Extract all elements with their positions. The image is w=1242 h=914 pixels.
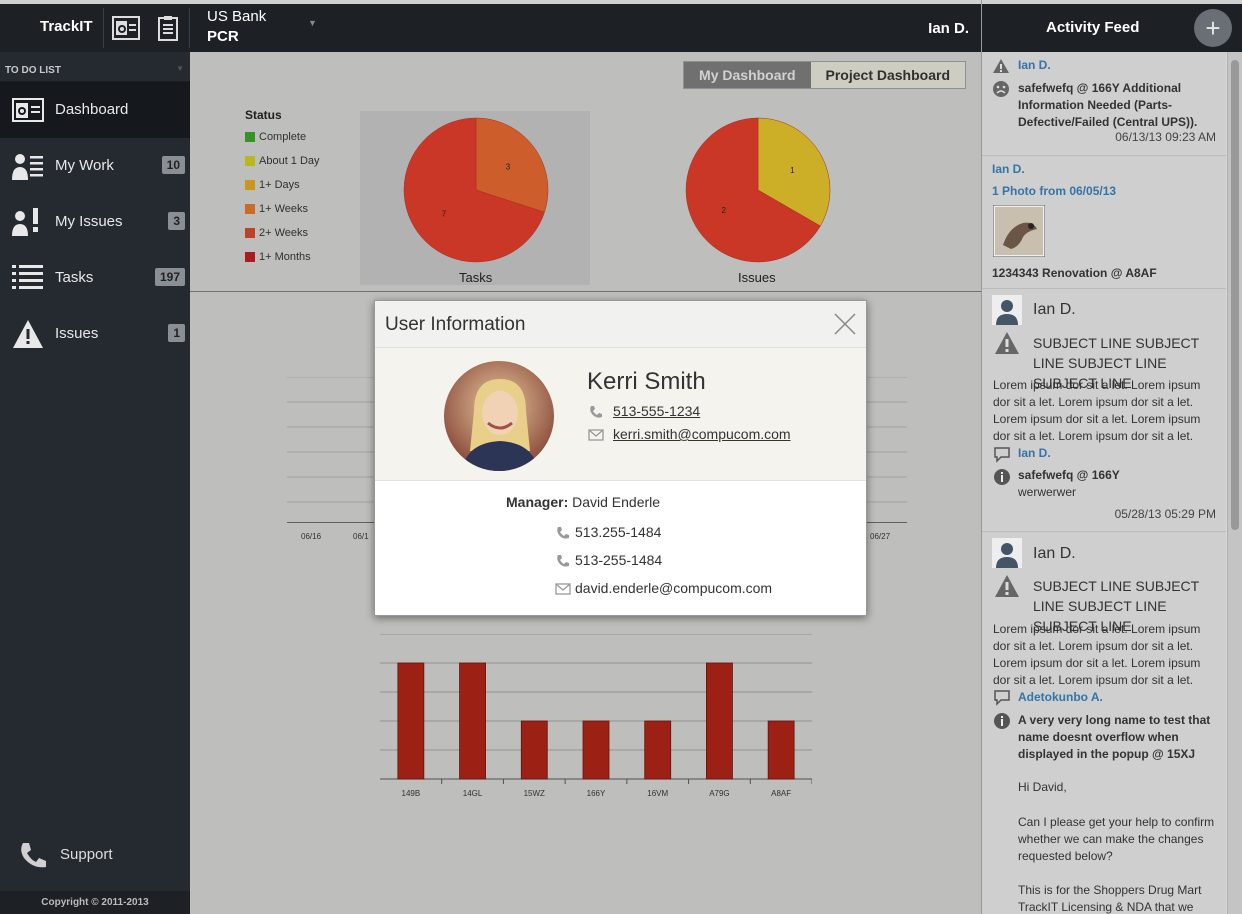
- project-name: PCR: [207, 28, 239, 45]
- avatar: [992, 538, 1022, 568]
- feed-item[interactable]: Ian D. SUBJECT LINE SUBJECT LINE SUBJECT…: [982, 532, 1226, 914]
- user-phone-link[interactable]: 513-555-1234: [613, 403, 700, 419]
- support-label: Support: [60, 846, 113, 863]
- feed-scrollbar[interactable]: [1227, 52, 1242, 914]
- feed-user-link[interactable]: Ian D.: [992, 162, 1025, 176]
- feed-ref: safefwefq @ 166Y: [1018, 468, 1120, 482]
- phone-icon: [21, 843, 46, 868]
- divider: [189, 8, 190, 48]
- info-icon: [994, 469, 1010, 485]
- user-menu[interactable]: Ian D.: [928, 20, 969, 37]
- sidebar-item-issues[interactable]: Issues 1: [0, 306, 190, 362]
- count-badge: 197: [154, 268, 185, 286]
- user-name: Kerri Smith: [587, 368, 706, 395]
- sidebar-item-dashboard[interactable]: Dashboard: [0, 82, 190, 138]
- comment-icon: [994, 447, 1010, 463]
- top-bar: TrackIT US Bank PCR ▼ Ian D.: [0, 0, 981, 52]
- client-name: US Bank: [207, 8, 267, 25]
- feed-user-link[interactable]: Ian D.: [1018, 58, 1051, 72]
- count-badge: 3: [168, 212, 185, 230]
- modal-header: User Information: [375, 301, 866, 348]
- feed-body: Lorem ipsum dor sit a let. Lorem ipsum d…: [993, 622, 1201, 687]
- my-work-icon: [12, 154, 43, 180]
- feed-user-name: Ian D.: [1033, 545, 1076, 562]
- support-link[interactable]: Support: [18, 840, 168, 870]
- sidebar-item-my-work[interactable]: My Work 10: [0, 138, 190, 194]
- avatar: [992, 295, 1022, 325]
- sidebar-item-label: My Work: [55, 157, 114, 174]
- profile-section: Kerri Smith 513-555-1234 kerri.smith@com…: [375, 348, 866, 481]
- feed-item[interactable]: Ian D. SUBJECT LINE SUBJECT LINE SUBJECT…: [982, 289, 1226, 532]
- dashboard-icon[interactable]: [110, 14, 142, 44]
- feed-ref-text: werwerwer: [1018, 485, 1077, 499]
- manager-name: David Enderle: [572, 494, 661, 510]
- user-info-modal: User Information Kerri Smith 513-555-123…: [374, 300, 867, 616]
- avatar: [444, 361, 554, 471]
- warning-icon: [995, 575, 1019, 597]
- sidebar-item-label: Issues: [55, 325, 99, 342]
- chevron-down-icon[interactable]: ▼: [308, 18, 317, 28]
- count-badge: 1: [168, 324, 185, 342]
- feed-ref: A very very long name to test that name …: [1018, 713, 1211, 761]
- brand-logo[interactable]: TrackIT: [40, 18, 93, 35]
- project-ref: 1234343 Renovation @ A8AF: [992, 266, 1157, 280]
- clipboard-icon[interactable]: [152, 14, 184, 44]
- photo-link[interactable]: 1 Photo from 06/05/13: [992, 184, 1116, 198]
- modal-title: User Information: [385, 314, 526, 335]
- manager-email: david.enderle@compucom.com: [575, 580, 773, 596]
- sidebar-item-tasks[interactable]: Tasks 197: [0, 250, 190, 306]
- manager-row: Manager: David Enderle: [506, 494, 660, 510]
- my-issues-icon: [12, 208, 38, 236]
- feed-message-line: This is for the Shoppers Drug Mart Track…: [1018, 883, 1202, 914]
- project-selector[interactable]: US Bank PCR: [207, 8, 266, 45]
- feed-message-line: Hi David,: [1018, 780, 1067, 794]
- warning-icon: [993, 59, 1009, 73]
- feed-body: Lorem ipsum dor sit a let. Lorem ipsum d…: [993, 378, 1201, 443]
- scrollbar-thumb[interactable]: [1231, 60, 1239, 530]
- user-email-link[interactable]: kerri.smith@compucom.com: [613, 426, 791, 442]
- sidebar-item-label: Tasks: [55, 269, 94, 286]
- plus-icon: +: [1205, 13, 1221, 43]
- feed-message-line: Can I please get your help to confirm wh…: [1018, 815, 1215, 863]
- activity-feed: Activity Feed + Ian D. safefwefq @ 166Y …: [981, 0, 1242, 914]
- tasks-icon: [12, 265, 43, 289]
- feed-timestamp: 06/13/13 09:23 AM: [1115, 130, 1216, 144]
- mail-icon: [588, 429, 604, 441]
- copyright: Copyright © 2011-2013: [0, 891, 190, 914]
- feed-user-link[interactable]: Adetokunbo A.: [1018, 690, 1103, 704]
- dashboard-icon: [12, 98, 44, 122]
- info-icon: [994, 713, 1010, 729]
- divider: [103, 8, 104, 48]
- photo-thumbnail[interactable]: [993, 205, 1045, 257]
- feed-message: safefwefq @ 166Y Additional Information …: [1018, 81, 1198, 129]
- feed-user-name: Ian D.: [1033, 301, 1076, 318]
- feed-user-link[interactable]: Ian D.: [1018, 446, 1051, 460]
- sidebar-item-label: My Issues: [55, 213, 123, 230]
- feed-item[interactable]: Ian D. safefwefq @ 166Y Additional Infor…: [982, 52, 1226, 156]
- warning-icon: [13, 320, 43, 348]
- chevron-down-icon: ▼: [176, 64, 184, 73]
- manager-label: Manager:: [506, 494, 569, 510]
- sidebar: TO DO LIST ▼ Dashboard My Work 10 My Iss…: [0, 52, 190, 914]
- feed-title: Activity Feed: [1046, 19, 1140, 36]
- sad-face-icon: [993, 81, 1009, 97]
- todo-title: TO DO LIST: [5, 65, 61, 76]
- manager-phone: 513-255-1484: [575, 552, 663, 568]
- feed-header: Activity Feed +: [982, 0, 1242, 52]
- phone-icon: [557, 555, 569, 567]
- sidebar-item-label: Dashboard: [55, 101, 129, 118]
- warning-icon: [995, 332, 1019, 354]
- todo-header[interactable]: TO DO LIST ▼: [0, 52, 190, 82]
- feed-item[interactable]: Ian D. 1 Photo from 06/05/13 1234343 Ren…: [982, 156, 1226, 289]
- feed-timestamp: 05/28/13 05:29 PM: [1114, 507, 1216, 521]
- close-icon[interactable]: [834, 313, 856, 335]
- mail-icon: [555, 583, 571, 595]
- add-button[interactable]: +: [1194, 9, 1232, 47]
- sidebar-item-my-issues[interactable]: My Issues 3: [0, 194, 190, 250]
- count-badge: 10: [161, 156, 185, 174]
- phone-icon: [557, 527, 569, 539]
- manager-phone: 513.255-1484: [575, 524, 662, 540]
- comment-icon: [994, 690, 1010, 706]
- phone-icon: [590, 406, 602, 418]
